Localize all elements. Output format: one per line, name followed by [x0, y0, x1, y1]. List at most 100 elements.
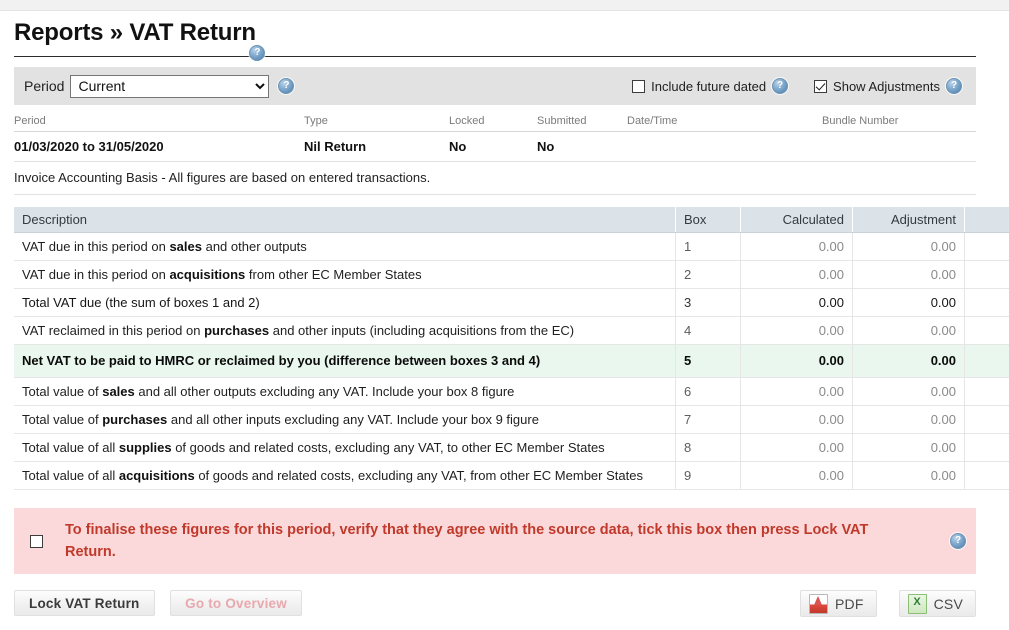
- row-calculated: 0.00: [741, 434, 853, 462]
- period-col-header: Period: [14, 105, 304, 132]
- datetime-col-header: Date/Time: [627, 105, 822, 132]
- include-future-dated-checkbox[interactable]: [632, 80, 645, 93]
- type-col-header: Type: [304, 105, 449, 132]
- footer-actions: Lock VAT Return Go to Overview PDF CSV: [14, 590, 976, 630]
- row-reported: 0.00: [965, 434, 1009, 462]
- bundle-number-col-header: Bundle Number: [822, 105, 976, 132]
- include-future-dated-group[interactable]: Include future dated: [632, 78, 788, 94]
- include-future-dated-label: Include future dated: [651, 79, 766, 94]
- lock-vat-return-button[interactable]: Lock VAT Return: [14, 590, 155, 616]
- export-csv-button[interactable]: CSV: [899, 590, 976, 617]
- export-pdf-label: PDF: [835, 596, 864, 612]
- row-calculated: 0.00: [741, 406, 853, 434]
- table-row[interactable]: Net VAT to be paid to HMRC or reclaimed …: [14, 345, 1009, 378]
- submitted-col-header: Submitted: [537, 105, 627, 132]
- row-description-emphasis: acquisitions: [119, 468, 195, 483]
- row-description: VAT due in this period on acquisitions f…: [14, 261, 676, 289]
- row-adjustment: 0.00: [853, 233, 965, 261]
- row-adjustment: 0.00: [853, 317, 965, 345]
- page-title: Reports » VAT Return: [14, 20, 256, 46]
- row-box-number: 5: [676, 345, 741, 378]
- row-description: Net VAT to be paid to HMRC or reclaimed …: [14, 345, 676, 378]
- table-row[interactable]: Total VAT due (the sum of boxes 1 and 2)…: [14, 289, 1009, 317]
- description-col-header: Description: [14, 207, 676, 233]
- show-adjustments-label: Show Adjustments: [833, 79, 940, 94]
- period-help-icon[interactable]: [278, 78, 294, 94]
- locked-value: No: [449, 132, 537, 162]
- row-calculated: 0.00: [741, 233, 853, 261]
- vat-return-table: Description Box Calculated Adjustment Re…: [14, 207, 1009, 490]
- show-adjustments-group[interactable]: Show Adjustments: [814, 78, 962, 94]
- finalise-confirm-checkbox[interactable]: [30, 535, 43, 548]
- row-adjustment: 0.00: [853, 378, 965, 406]
- table-row[interactable]: Total value of sales and all other outpu…: [14, 378, 1009, 406]
- row-reported: 0.00: [965, 289, 1009, 317]
- pdf-icon: [809, 594, 828, 614]
- accounting-basis-note: Invoice Accounting Basis - All figures a…: [14, 162, 976, 195]
- row-box-number: 3: [676, 289, 741, 317]
- page-help-icon[interactable]: [249, 45, 265, 61]
- period-label: Period: [24, 78, 64, 94]
- go-to-overview-button[interactable]: Go to Overview: [170, 590, 302, 616]
- datetime-value: [627, 132, 822, 162]
- finalise-warning-banner: To finalise these figures for this perio…: [14, 508, 976, 574]
- vat-return-page: Reports » VAT Return Period Current Incl…: [0, 0, 1009, 598]
- export-csv-label: CSV: [934, 596, 963, 612]
- row-description-emphasis: sales: [169, 239, 202, 254]
- finalise-warning-help-icon[interactable]: [950, 533, 966, 549]
- period-summary-table: Period Type Locked Submitted Date/Time B…: [14, 105, 976, 162]
- row-description: VAT reclaimed in this period on purchase…: [14, 317, 676, 345]
- content-area: Reports » VAT Return Period Current Incl…: [0, 11, 990, 598]
- row-reported: 0.00: [965, 317, 1009, 345]
- period-value: 01/03/2020 to 31/05/2020: [14, 132, 304, 162]
- show-adjustments-checkbox[interactable]: [814, 80, 827, 93]
- bundle-number-value: [822, 132, 976, 162]
- top-strip: [0, 0, 1009, 11]
- row-description-emphasis: supplies: [119, 440, 172, 455]
- period-select[interactable]: Current: [70, 75, 269, 98]
- row-box-number: 4: [676, 317, 741, 345]
- row-description: Total value of all acquisitions of goods…: [14, 462, 676, 490]
- calculated-col-header: Calculated: [741, 207, 853, 233]
- table-row[interactable]: Total value of all acquisitions of goods…: [14, 462, 1009, 490]
- row-description: Total value of purchases and all other i…: [14, 406, 676, 434]
- row-description: Total VAT due (the sum of boxes 1 and 2): [14, 289, 676, 317]
- show-adjustments-help-icon[interactable]: [946, 78, 962, 94]
- adjustment-col-header: Adjustment: [853, 207, 965, 233]
- row-reported: 0.00: [965, 261, 1009, 289]
- type-value: Nil Return: [304, 132, 449, 162]
- row-description: Total value of sales and all other outpu…: [14, 378, 676, 406]
- vat-table-header-row: Description Box Calculated Adjustment Re…: [14, 207, 1009, 233]
- submitted-value: No: [537, 132, 627, 162]
- title-row: Reports » VAT Return: [14, 11, 976, 57]
- row-adjustment: 0.00: [853, 462, 965, 490]
- vat-table-wrapper: Description Box Calculated Adjustment Re…: [14, 207, 976, 490]
- row-adjustment: 0.00: [853, 289, 965, 317]
- row-calculated: 0.00: [741, 289, 853, 317]
- row-calculated: 0.00: [741, 317, 853, 345]
- row-box-number: 8: [676, 434, 741, 462]
- row-description-emphasis: purchases: [102, 412, 167, 427]
- row-description-emphasis: sales: [102, 384, 135, 399]
- finalise-warning-text: To finalise these figures for this perio…: [65, 519, 895, 563]
- export-pdf-button[interactable]: PDF: [800, 590, 877, 617]
- period-summary-header-row: Period Type Locked Submitted Date/Time B…: [14, 105, 976, 132]
- row-calculated: 0.00: [741, 261, 853, 289]
- table-row[interactable]: VAT reclaimed in this period on purchase…: [14, 317, 1009, 345]
- row-reported: 0.00: [965, 233, 1009, 261]
- row-adjustment: 0.00: [853, 345, 965, 378]
- row-description: Total value of all supplies of goods and…: [14, 434, 676, 462]
- include-future-dated-help-icon[interactable]: [772, 78, 788, 94]
- row-reported: 0.00: [965, 378, 1009, 406]
- table-row[interactable]: VAT due in this period on acquisitions f…: [14, 261, 1009, 289]
- row-box-number: 2: [676, 261, 741, 289]
- table-row[interactable]: VAT due in this period on sales and othe…: [14, 233, 1009, 261]
- reported-col-header: Reported: [965, 207, 1009, 233]
- csv-icon: [908, 594, 927, 614]
- period-summary-row[interactable]: 01/03/2020 to 31/05/2020 Nil Return No N…: [14, 132, 976, 162]
- table-row[interactable]: Total value of purchases and all other i…: [14, 406, 1009, 434]
- vat-table-body: VAT due in this period on sales and othe…: [14, 233, 1009, 490]
- table-row[interactable]: Total value of all supplies of goods and…: [14, 434, 1009, 462]
- row-adjustment: 0.00: [853, 406, 965, 434]
- row-box-number: 1: [676, 233, 741, 261]
